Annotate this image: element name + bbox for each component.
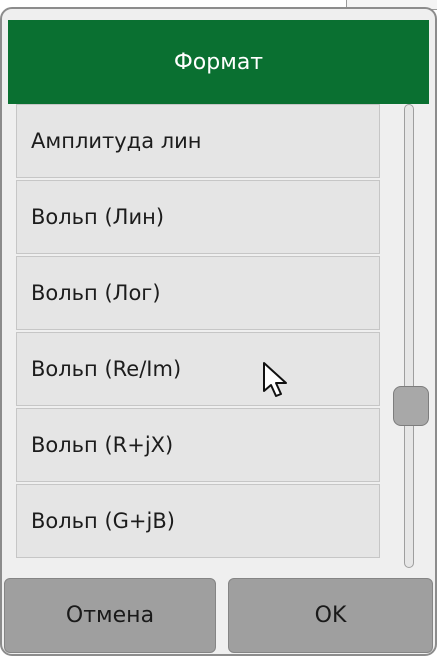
dialog-title: Формат — [8, 20, 429, 104]
cancel-button[interactable]: Отмена — [4, 578, 216, 653]
list-item-vswr-g-jb[interactable]: Вольп (G+jB) — [16, 484, 380, 558]
list-item-vswr-r-jx[interactable]: Вольп (R+jX) — [16, 408, 380, 482]
list-item-amplitude-lin[interactable]: Амплитуда лин — [16, 104, 380, 178]
list-item-vswr-log[interactable]: Вольп (Лог) — [16, 256, 380, 330]
ok-button[interactable]: OK — [228, 578, 433, 653]
arrow-pointer-icon — [263, 362, 287, 397]
scrollbar-track[interactable] — [404, 104, 414, 568]
format-list: Амплитуда лин Вольп (Лин) Вольп (Лог) Во… — [16, 104, 382, 569]
scrollbar-thumb[interactable] — [393, 386, 429, 426]
list-item-vswr-lin[interactable]: Вольп (Лин) — [16, 180, 380, 254]
list-item-vswr-re-im[interactable]: Вольп (Re/Im) — [16, 332, 380, 406]
